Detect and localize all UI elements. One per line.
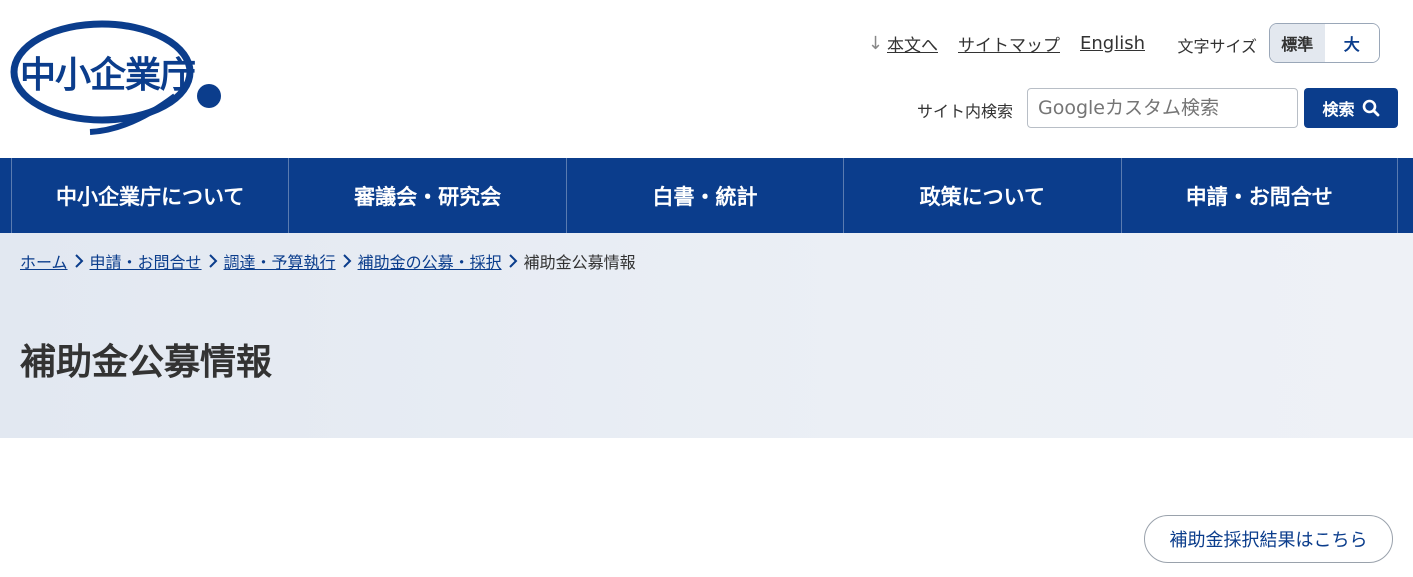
sitemap-link[interactable]: サイトマップ: [958, 31, 1060, 56]
search-input[interactable]: [1027, 88, 1298, 128]
search-button[interactable]: 検索: [1304, 88, 1398, 128]
chevron-right-icon: [342, 254, 352, 268]
font-size-large-button[interactable]: 大: [1324, 24, 1379, 62]
search-icon: [1362, 99, 1379, 117]
logo-text: 中小企業庁: [20, 55, 196, 96]
skip-to-content: ↓ 本文へ: [868, 31, 938, 56]
breadcrumb-applications[interactable]: 申請・お問合せ: [90, 249, 202, 273]
arrow-down-icon: ↓: [867, 32, 883, 54]
breadcrumb: ホーム 申請・お問合せ 調達・予算執行 補助金の公募・採択 補助金公募情報: [20, 249, 636, 273]
breadcrumb-procurement[interactable]: 調達・予算執行: [224, 249, 336, 273]
page-title: 補助金公募情報: [20, 342, 273, 383]
nav-item-policies[interactable]: 政策について: [843, 158, 1120, 233]
global-nav: 中小企業庁について 審議会・研究会 白書・統計 政策について 申請・お問合せ: [0, 158, 1413, 233]
breadcrumb-subsidy-adoption[interactable]: 補助金の公募・採択: [358, 249, 502, 273]
adoption-results-button[interactable]: 補助金採択結果はこちら: [1144, 515, 1393, 563]
nav-item-applications[interactable]: 申請・お問合せ: [1120, 158, 1398, 233]
search-label: サイト内検索: [916, 102, 1013, 121]
chevron-right-icon: [508, 254, 518, 268]
english-link[interactable]: English: [1080, 33, 1145, 54]
chevron-right-icon: [208, 254, 218, 268]
breadcrumb-current: 補助金公募情報: [523, 253, 636, 272]
skip-to-content-link[interactable]: 本文へ: [887, 31, 938, 56]
nav-item-about[interactable]: 中小企業庁について: [11, 158, 288, 233]
font-size-standard-button[interactable]: 標準: [1270, 24, 1325, 62]
font-size-toggle: 標準 大: [1269, 23, 1380, 63]
breadcrumb-home[interactable]: ホーム: [20, 249, 68, 273]
font-size-label: 文字サイズ: [1177, 37, 1257, 56]
utility-links: ↓ 本文へ サイトマップ English: [868, 31, 1145, 56]
chevron-right-icon: [74, 254, 84, 268]
site-logo[interactable]: 中小企業庁: [10, 18, 224, 136]
nav-item-councils[interactable]: 審議会・研究会: [288, 158, 565, 233]
search-button-label: 検索: [1322, 100, 1355, 119]
nav-item-white-paper[interactable]: 白書・統計: [565, 158, 843, 233]
